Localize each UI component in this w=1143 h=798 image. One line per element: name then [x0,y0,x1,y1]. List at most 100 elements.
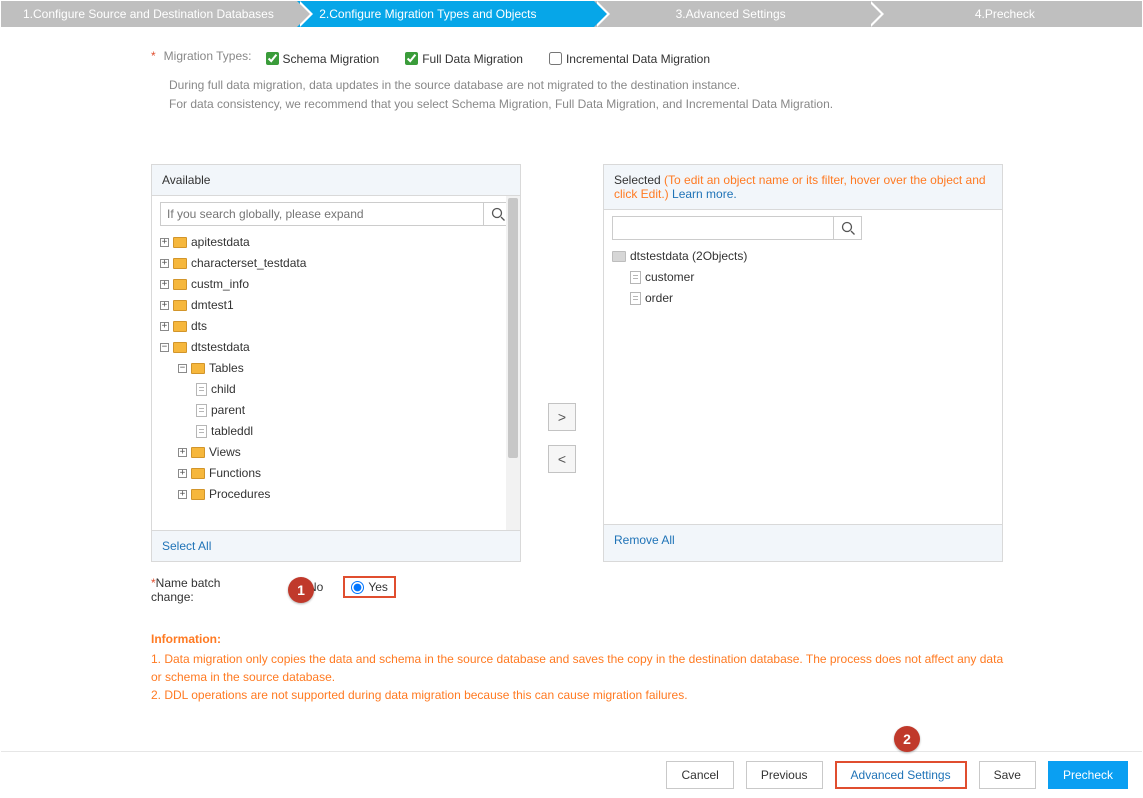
tree-tableddl[interactable]: tableddl [160,421,512,442]
file-icon [630,292,641,305]
callout-2: 2 [894,726,920,752]
tree-label: dtstestdata [191,337,250,358]
info-line-2: 2. DDL operations are not supported duri… [151,686,1011,704]
tree-procedures[interactable]: + Procedures [160,484,512,505]
folder-icon [173,279,187,290]
selected-foot: Remove All [604,525,1002,555]
full-data-migration-input[interactable] [405,52,418,65]
tree-tables[interactable]: − Tables [160,358,512,379]
selected-customer[interactable]: customer [612,267,994,288]
tree-label: apitestdata [191,232,250,253]
migration-types-row: * Migration Types: Schema Migration Full… [151,49,1120,68]
search-icon [491,207,505,221]
step-bar: 1.Configure Source and Destination Datab… [1,1,1142,27]
folder-icon [612,251,626,262]
name-batch-yes-highlight: Yes [343,576,396,598]
name-batch-yes[interactable]: Yes [351,580,388,594]
tree-label: Functions [209,463,261,484]
selected-search-input[interactable] [613,217,833,239]
tree-dts[interactable]: + dts [160,316,512,337]
tree-label: Tables [209,358,244,379]
step-1[interactable]: 1.Configure Source and Destination Datab… [1,1,297,27]
precheck-button[interactable]: Precheck [1048,761,1128,789]
selected-search-button[interactable] [833,217,861,239]
tree-child[interactable]: child [160,379,512,400]
content-area: * Migration Types: Schema Migration Full… [1,27,1142,704]
tree-custm[interactable]: +custm_info [160,274,512,295]
expand-icon[interactable]: + [160,280,169,289]
step-2-label: 2.Configure Migration Types and Objects [319,7,536,21]
available-title: Available [152,165,520,195]
expand-icon[interactable]: + [178,448,187,457]
step-3-label: 3.Advanced Settings [676,7,786,21]
tree-dtstestdata[interactable]: − dtstestdata [160,337,512,358]
name-batch-label: *Name batchchange: [151,576,291,604]
cancel-button[interactable]: Cancel [666,761,733,789]
full-data-migration-checkbox[interactable]: Full Data Migration [401,49,523,68]
expand-icon[interactable]: + [160,301,169,310]
panels-wrap: Available + apitestdata + characterset_tes… [151,164,1120,562]
step-4[interactable]: 4.Precheck [868,1,1142,27]
available-search [160,202,512,226]
tree-dmtest1[interactable]: +dmtest1 [160,295,512,316]
expand-icon[interactable]: + [160,238,169,247]
tree-label: characterset_testdata [191,253,306,274]
transfer-controls: > < [521,164,603,562]
tree-parent[interactable]: parent [160,400,512,421]
info-line-1: 1. Data migration only copies the data a… [151,650,1011,686]
folder-icon [191,468,205,479]
name-batch-yes-input[interactable] [351,581,364,594]
expand-icon[interactable]: + [178,490,187,499]
tree-label: dtstestdata (2Objects) [630,246,747,267]
note-line-1: During full data migration, data updates… [169,76,1120,95]
remove-all-link[interactable]: Remove All [614,533,675,547]
learn-more-link[interactable]: Learn more. [672,187,737,201]
tree-views[interactable]: + Views [160,442,512,463]
move-left-button[interactable]: < [548,445,576,473]
incremental-migration-checkbox[interactable]: Incremental Data Migration [545,49,710,68]
collapse-icon[interactable]: − [160,343,169,352]
scrollbar[interactable] [506,196,520,530]
step-4-label: 4.Precheck [975,7,1035,21]
selected-search [612,216,862,240]
step-3[interactable]: 3.Advanced Settings [594,1,868,27]
available-tree: + apitestdata + characterset_testdata +cus… [160,232,512,505]
save-button[interactable]: Save [979,761,1036,789]
tree-apitestdata[interactable]: + apitestdata [160,232,512,253]
available-body: + apitestdata + characterset_testdata +cus… [152,195,520,531]
info-body: 1. Data migration only copies the data a… [151,650,1011,704]
tree-label: Views [209,442,241,463]
available-search-input[interactable] [161,203,483,225]
folder-icon [191,489,205,500]
footer-buttons: Cancel Previous Advanced Settings Save P… [1,751,1142,797]
schema-migration-input[interactable] [266,52,279,65]
schema-migration-checkbox[interactable]: Schema Migration [262,49,380,68]
step-2[interactable]: 2.Configure Migration Types and Objects [297,1,593,27]
tree-label: dts [191,316,207,337]
tree-label: child [211,379,236,400]
collapse-icon[interactable]: − [178,364,187,373]
expand-icon[interactable]: + [178,469,187,478]
schema-migration-text: Schema Migration [283,52,380,66]
step-1-label: 1.Configure Source and Destination Datab… [23,7,274,21]
tree-label: order [645,288,673,309]
expand-icon[interactable]: + [160,322,169,331]
folder-icon [173,342,187,353]
file-icon [196,404,207,417]
expand-icon[interactable]: + [160,259,169,268]
migration-types-label: Migration Types: [164,49,252,63]
selected-order[interactable]: order [612,288,994,309]
selected-dtstestdata[interactable]: dtstestdata (2Objects) [612,246,994,267]
tree-label: tableddl [211,421,253,442]
tree-label: Procedures [209,484,270,505]
selected-tree: dtstestdata (2Objects) customer order [612,246,994,309]
incremental-migration-input[interactable] [549,52,562,65]
select-all-link[interactable]: Select All [162,539,211,553]
advanced-settings-button[interactable]: Advanced Settings [835,761,967,789]
move-right-button[interactable]: > [548,403,576,431]
previous-button[interactable]: Previous [746,761,823,789]
tree-characterset[interactable]: + characterset_testdata [160,253,512,274]
nblabel1: Name batch [156,576,221,590]
scroll-thumb[interactable] [508,198,518,458]
tree-functions[interactable]: + Functions [160,463,512,484]
